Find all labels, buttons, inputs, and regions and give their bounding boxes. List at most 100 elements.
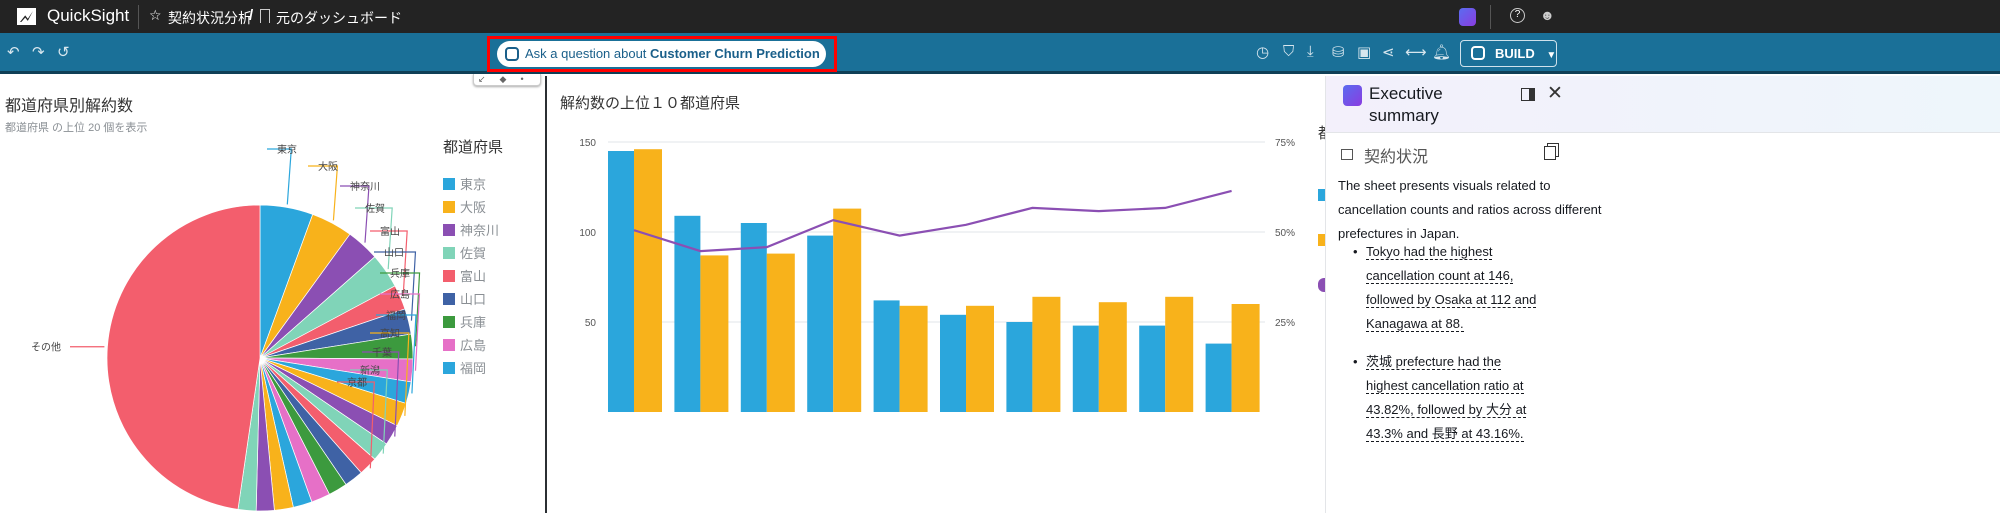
section-title: 契約状況 [1364, 149, 1429, 166]
bullet-dot: • [1353, 354, 1358, 369]
bullet-line[interactable]: 茨城 prefecture had the [1366, 354, 1502, 370]
bar-blue[interactable] [807, 235, 834, 412]
dashboard-link[interactable]: 元のダッシュボード [276, 8, 402, 28]
bar-orange[interactable] [899, 305, 928, 412]
bookmark-icon[interactable]: ⛉ [1283, 43, 1294, 60]
legend-swatch [443, 247, 455, 259]
bar-orange[interactable] [966, 305, 994, 412]
bullet-dot: • [1353, 244, 1358, 259]
history-icon[interactable]: ◷ [1256, 43, 1269, 61]
legend-item[interactable]: 福岡 [443, 358, 486, 377]
slice-label: 千葉 [372, 346, 392, 359]
expand-icon[interactable]: ↙ [478, 74, 486, 84]
bullet-line[interactable]: followed by Osaka at 112 and [1366, 292, 1537, 308]
ask-prefix: Ask a question about [525, 46, 651, 61]
legend-item[interactable]: 広島 [443, 335, 486, 354]
analysis-name[interactable]: 契約状況分析 [168, 8, 252, 28]
legend-item[interactable]: 佐賀 [443, 243, 486, 262]
user-icon[interactable]: ☻ [1540, 7, 1555, 23]
slice-label: 新潟 [360, 364, 380, 377]
slice-label: 福岡 [386, 309, 406, 322]
amazon-q-icon [505, 47, 519, 61]
legend-label: 兵庫 [460, 315, 487, 330]
y-tick-label: 150 [579, 138, 596, 149]
bar-blue[interactable] [873, 300, 900, 412]
bar-orange[interactable] [1165, 296, 1194, 412]
panel-header: Executive summary ✕ [1326, 76, 2000, 133]
legend-item[interactable]: 富山 [443, 266, 486, 285]
export-icon[interactable]: ⤓ [1307, 43, 1314, 60]
reset-icon[interactable]: ↺ [57, 43, 70, 61]
undo-icon[interactable]: ↶ [7, 43, 20, 61]
build-button[interactable]: BUILD ▼ [1460, 40, 1557, 67]
legend-swatch [443, 201, 455, 213]
legend-label: 山口 [460, 292, 487, 307]
combo-chart: 50 25% 100 50% 150 75% [579, 138, 1295, 412]
amazon-q-icon[interactable] [1459, 8, 1476, 26]
pie-slice[interactable] [106, 204, 261, 510]
legend-label: 神奈川 [460, 223, 500, 238]
legend-swatch [443, 270, 455, 282]
bar-orange[interactable] [833, 208, 862, 412]
bar-orange[interactable] [700, 255, 729, 412]
legend-swatch [443, 178, 455, 190]
legend-item[interactable]: 神奈川 [443, 220, 499, 239]
bullet-line[interactable]: cancellation count at 146, [1366, 268, 1514, 284]
bar-blue[interactable] [1072, 325, 1099, 412]
legend-label: 大阪 [460, 200, 487, 215]
sort-icon[interactable]: ◆ [500, 74, 507, 84]
build-label: BUILD [1495, 46, 1535, 61]
bar-orange[interactable] [1231, 304, 1260, 412]
summary-bullets: • Tokyo had the highest cancellation count… [1353, 240, 1626, 460]
legend-item[interactable]: 大阪 [443, 197, 486, 216]
summary-intro: The sheet presents visuals related to ca… [1338, 178, 1602, 241]
dock-panel-icon[interactable] [1521, 88, 1535, 101]
dataset-icon[interactable]: ⛁ [1332, 43, 1345, 61]
quicksight-logo-icon[interactable] [17, 8, 36, 25]
legend-label: 広島 [460, 338, 487, 353]
legend-item[interactable]: 山口 [443, 289, 486, 308]
ratio-line[interactable] [633, 189, 1232, 253]
bar-line-visual[interactable]: 解約数の上位１０都道府県 5025%10050%15075% 都 [548, 76, 1333, 513]
bar-blue[interactable] [1006, 322, 1033, 412]
legend-label: 富山 [460, 269, 487, 284]
bullet-line[interactable]: 43.82%, followed by 大分 at [1366, 402, 1527, 418]
bar-blue[interactable] [1205, 343, 1232, 412]
legend-item[interactable]: 東京 [443, 174, 486, 193]
slice-label: 大阪 [318, 160, 338, 173]
close-icon[interactable]: ✕ [1547, 82, 1563, 105]
redo-icon[interactable]: ↷ [32, 43, 45, 61]
bullet-line[interactable]: Kanagawa at 88. [1366, 316, 1464, 332]
slice-label: 高知 [380, 327, 400, 340]
bar-orange[interactable] [766, 253, 795, 412]
y2-tick-label: 75% [1275, 138, 1295, 149]
copy-icon[interactable] [1544, 146, 1556, 160]
amazon-q-icon [1471, 46, 1485, 60]
legend-swatch [443, 224, 455, 236]
save-icon[interactable]: ▣ [1357, 43, 1371, 61]
bar-orange[interactable] [1098, 302, 1127, 412]
legend-item[interactable]: 兵庫 [443, 312, 486, 331]
bar-blue[interactable] [940, 314, 966, 412]
star-icon[interactable]: ☆ [149, 7, 162, 24]
bar-blue[interactable] [740, 223, 767, 412]
bar-orange[interactable] [634, 149, 662, 412]
bar-blue[interactable] [1139, 325, 1166, 412]
bullet-line[interactable]: highest cancellation ratio at [1366, 378, 1524, 394]
more-icon[interactable]: • [520, 74, 523, 84]
alert-bell-icon[interactable]: 🔔︎ [1432, 43, 1451, 61]
breadcrumb-separator: / [249, 7, 254, 24]
ask-question-input[interactable]: Ask a question about Customer Churn Pred… [497, 41, 826, 67]
pie-visual[interactable]: ↙ ◆ • 都道府県別解約数 都道府県 の上位 20 個を表示 東京 大阪 神奈川 佐賀富… [0, 74, 546, 513]
help-icon[interactable]: ? [1510, 8, 1525, 23]
fit-width-icon[interactable]: ⟷ [1405, 43, 1427, 61]
app-name[interactable]: QuickSight [47, 6, 129, 26]
bar-blue[interactable] [608, 151, 634, 412]
slice-label: 京都 [347, 376, 367, 389]
bullet-line[interactable]: 43.3% and 長野 at 43.16%. [1366, 426, 1524, 442]
slice-label: 東京 [277, 143, 297, 156]
bar-orange[interactable] [1032, 296, 1061, 412]
bullet-line[interactable]: Tokyo had the highest [1366, 244, 1493, 260]
share-icon[interactable]: ⋖ [1382, 43, 1395, 61]
visual-menu[interactable]: ↙ ◆ • [473, 74, 541, 86]
